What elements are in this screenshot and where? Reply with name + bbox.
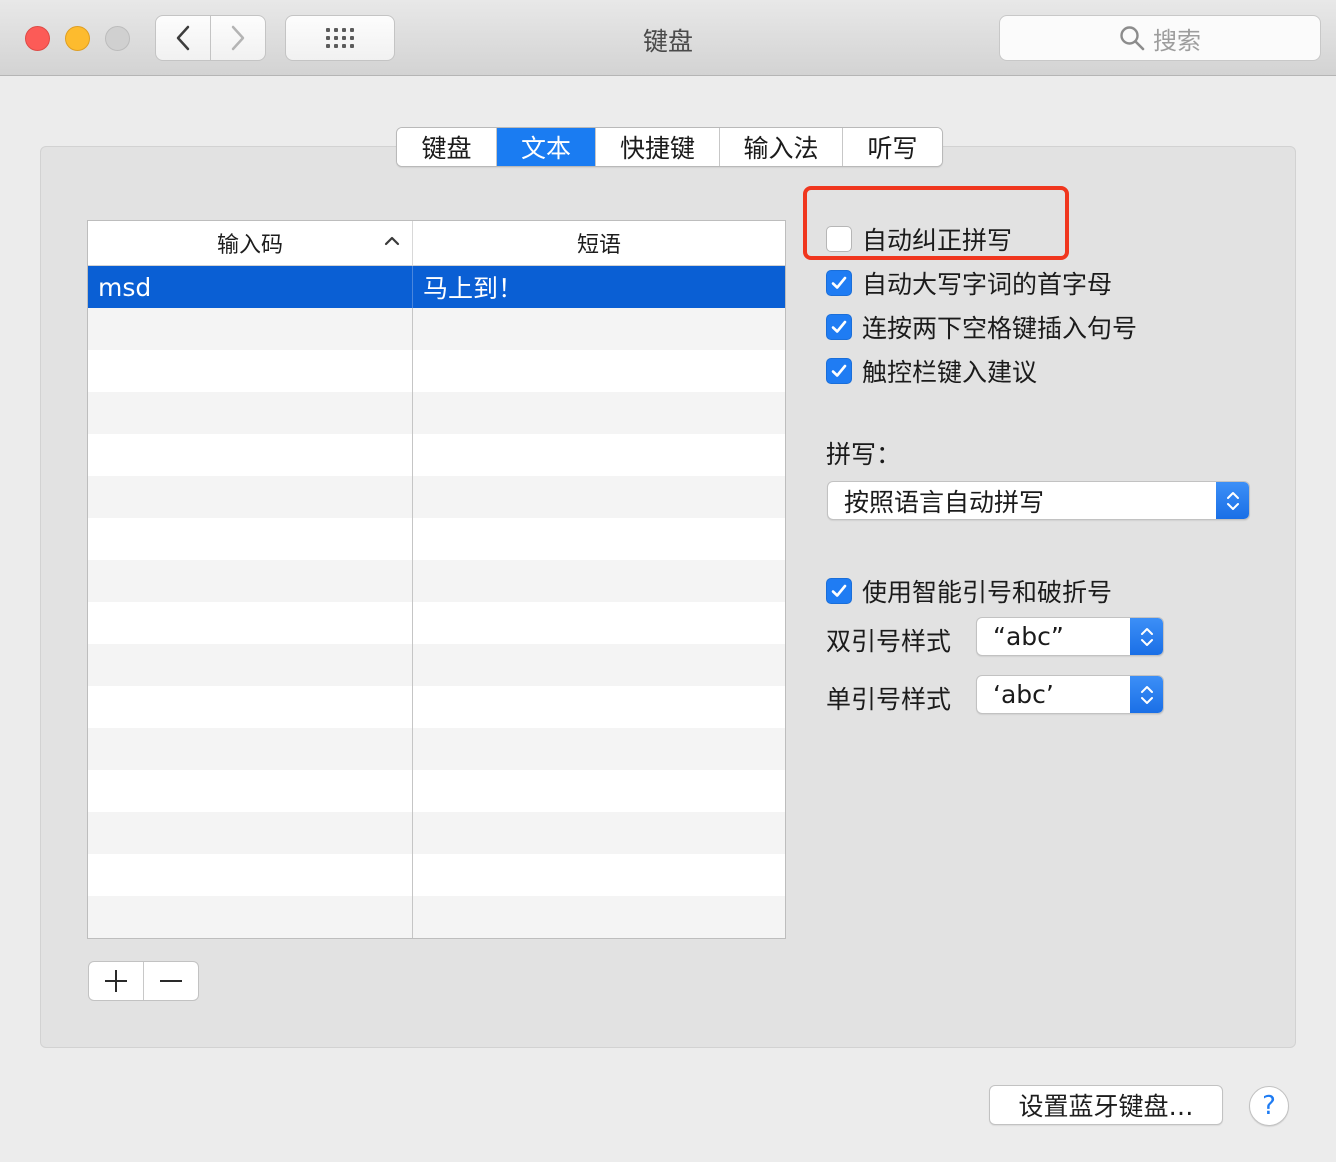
empty-row [88, 854, 785, 896]
smart-quotes-option[interactable]: 使用智能引号和破折号 [826, 573, 1112, 609]
empty-row [88, 392, 785, 434]
title-bar: 键盘 搜索 [0, 0, 1336, 76]
sort-ascending-icon [384, 236, 400, 246]
popup-stepper-icon [1130, 618, 1163, 655]
checkmark-icon [831, 276, 847, 289]
tab-text[interactable]: 文本 [497, 128, 596, 166]
auto-correct-label: 自动纠正拼写 [862, 226, 1013, 255]
replace-cell[interactable]: msd [88, 266, 413, 308]
tab-shortcuts[interactable]: 快捷键 [596, 128, 720, 166]
tab-input-sources[interactable]: 输入法 [720, 128, 843, 166]
empty-row [88, 728, 785, 770]
tab-bar: 键盘 文本 快捷键 输入法 听写 [396, 127, 943, 167]
with-cell[interactable]: 马上到！ [413, 266, 785, 308]
setup-bluetooth-keyboard-button[interactable]: 设置蓝牙键盘… [989, 1085, 1223, 1125]
tab-keyboard[interactable]: 键盘 [397, 128, 497, 166]
popup-stepper-icon [1216, 482, 1249, 519]
checkmark-icon [831, 320, 847, 333]
spelling-label: 拼写： [826, 440, 902, 469]
single-quote-label: 单引号样式 [826, 685, 952, 714]
double-quote-popup[interactable]: “abc” [976, 617, 1164, 656]
single-quote-value: ‘abc’ [993, 680, 1054, 709]
spelling-popup[interactable]: 按照语言自动拼写 [827, 481, 1250, 520]
empty-row [88, 812, 785, 854]
search-icon [1120, 26, 1145, 51]
double-quote-label: 双引号样式 [826, 627, 952, 656]
search-placeholder: 搜索 [1153, 26, 1201, 55]
table-header: 输入码 短语 [88, 221, 785, 266]
empty-row [88, 602, 785, 644]
empty-row [88, 560, 785, 602]
table-body: msd 马上到！ [88, 266, 785, 939]
column-header-replace-label: 输入码 [216, 233, 283, 258]
touchbar-suggestions-checkbox[interactable] [826, 358, 852, 384]
empty-row [88, 308, 785, 350]
auto-correct-checkbox[interactable] [826, 226, 852, 252]
single-quote-popup[interactable]: ‘abc’ [976, 675, 1164, 714]
double-space-period-option[interactable]: 连按两下空格键插入句号 [826, 309, 1137, 345]
empty-row [88, 476, 785, 518]
add-button[interactable] [89, 962, 144, 1000]
spelling-popup-value: 按照语言自动拼写 [844, 487, 1045, 517]
double-space-period-label: 连按两下空格键插入句号 [862, 314, 1138, 343]
smart-quotes-label: 使用智能引号和破折号 [862, 578, 1113, 607]
popup-stepper-icon [1130, 676, 1163, 713]
empty-row [88, 434, 785, 476]
touchbar-suggestions-option[interactable]: 触控栏键入建议 [826, 353, 1037, 389]
double-space-period-checkbox[interactable] [826, 314, 852, 340]
auto-capitalize-option[interactable]: 自动大写字词的首字母 [826, 265, 1112, 301]
search-field[interactable]: 搜索 [999, 15, 1321, 61]
empty-row [88, 938, 785, 939]
add-remove-control [88, 961, 199, 1001]
empty-row [88, 644, 785, 686]
column-header-replace[interactable]: 输入码 [88, 221, 413, 265]
text-replacement-table: 输入码 短语 msd 马上到！ [87, 220, 786, 939]
remove-button[interactable] [144, 962, 198, 1000]
plus-icon [105, 970, 127, 992]
auto-capitalize-label: 自动大写字词的首字母 [862, 270, 1113, 299]
auto-capitalize-checkbox[interactable] [826, 270, 852, 296]
empty-row [88, 518, 785, 560]
empty-row [88, 770, 785, 812]
smart-quotes-checkbox[interactable] [826, 578, 852, 604]
checkmark-icon [831, 584, 847, 597]
touchbar-suggestions-label: 触控栏键入建议 [862, 358, 1038, 387]
minus-icon [160, 980, 182, 982]
table-row[interactable]: msd 马上到！ [88, 266, 785, 308]
help-button[interactable]: ? [1249, 1086, 1289, 1126]
double-quote-value: “abc” [993, 622, 1064, 651]
column-header-with[interactable]: 短语 [413, 221, 785, 265]
empty-row [88, 896, 785, 938]
tab-dictation[interactable]: 听写 [843, 128, 942, 166]
checkmark-icon [831, 364, 847, 377]
empty-row [88, 686, 785, 728]
empty-row [88, 350, 785, 392]
auto-correct-option[interactable]: 自动纠正拼写 [826, 221, 1012, 257]
